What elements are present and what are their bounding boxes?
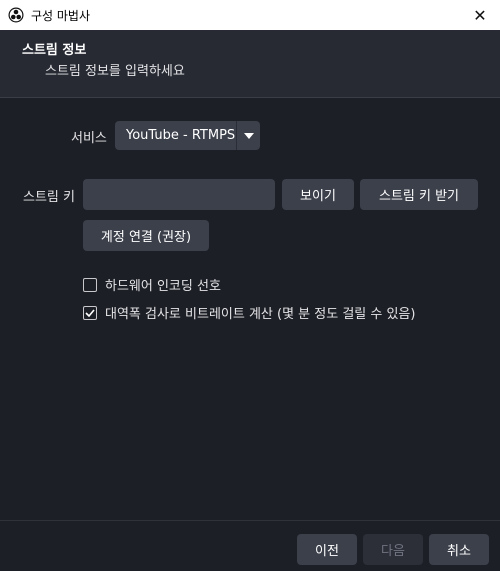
bandwidth-test-option[interactable]: 대역폭 검사로 비트레이트 계산 (몇 분 정도 걸릴 수 있음)	[83, 303, 415, 322]
close-button[interactable]: ✕	[460, 0, 500, 30]
obs-logo-icon	[8, 7, 24, 23]
connect-account-button[interactable]: 계정 연결 (권장)	[83, 220, 209, 251]
checkmark-icon	[85, 308, 95, 317]
hw-encoding-checkbox[interactable]	[83, 277, 97, 292]
hw-encoding-option[interactable]: 하드웨어 인코딩 선호	[83, 275, 221, 294]
stream-key-label: 스트림 키	[23, 190, 75, 205]
page-subtitle: 스트림 정보를 입력하세요	[45, 64, 185, 79]
next-button[interactable]: 다음	[363, 534, 423, 565]
close-icon: ✕	[473, 5, 487, 25]
hw-encoding-label: 하드웨어 인코딩 선호	[105, 279, 221, 294]
bandwidth-test-checkbox[interactable]	[83, 305, 97, 320]
bandwidth-test-label: 대역폭 검사로 비트레이트 계산 (몇 분 정도 걸릴 수 있음)	[105, 307, 416, 322]
service-selected-value: YouTube - RTMPS	[126, 128, 236, 143]
window-titlebar: 구성 마법사 ✕	[0, 0, 500, 30]
back-button[interactable]: 이전	[297, 534, 357, 565]
service-dropdown[interactable]: YouTube - RTMPS	[115, 121, 260, 150]
footer-divider	[0, 520, 500, 521]
service-label: 서비스	[71, 131, 107, 146]
window-title: 구성 마법사	[31, 8, 91, 23]
chevron-down-icon[interactable]	[237, 121, 260, 150]
show-key-button[interactable]: 보이기	[282, 179, 354, 210]
wizard-header: 스트림 정보 스트림 정보를 입력하세요	[0, 30, 500, 98]
cancel-button[interactable]: 취소	[429, 534, 489, 565]
stream-key-input[interactable]	[83, 179, 275, 210]
page-title: 스트림 정보	[22, 43, 87, 58]
get-stream-key-button[interactable]: 스트림 키 받기	[360, 179, 478, 210]
